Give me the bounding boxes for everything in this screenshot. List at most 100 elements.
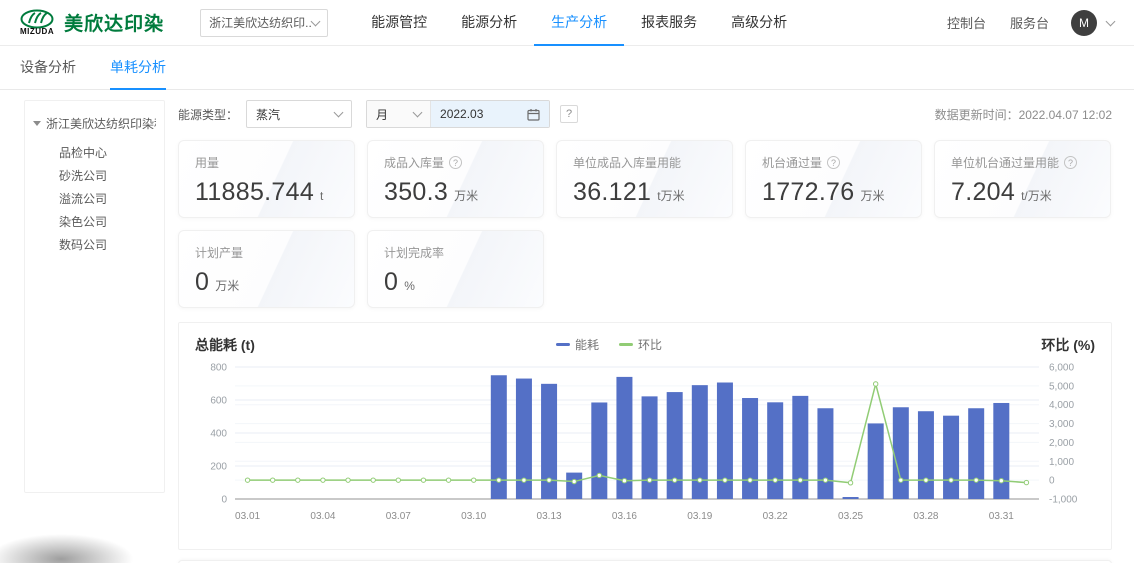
chevron-down-icon <box>334 108 344 118</box>
tree-item-shaxi[interactable]: 砂洗公司 <box>59 165 156 188</box>
kpi-card-machine-throughput: 机台通过量? 1772.76 万米 <box>745 140 922 218</box>
kpi-unit: 万米 <box>860 187 884 204</box>
chart-title: 总能耗 (t) <box>195 335 255 355</box>
kpi-label: 计划产量 <box>195 244 243 261</box>
legend-dash-icon <box>619 343 633 346</box>
period-date-field[interactable]: 2022.03 <box>431 101 549 127</box>
mizuda-logo-icon <box>20 9 54 29</box>
svg-text:6,000: 6,000 <box>1049 363 1074 374</box>
kpi-value: 1772.76 <box>762 178 854 207</box>
tree-item-ranse[interactable]: 染色公司 <box>59 211 156 234</box>
help-circle-icon[interactable]: ? <box>827 156 840 169</box>
svg-text:03.07: 03.07 <box>386 511 411 522</box>
tab-device-analysis[interactable]: 设备分析 <box>20 46 76 90</box>
org-selector[interactable]: 浙江美欣达纺织印... <box>200 9 328 37</box>
kpi-value: 0 <box>195 268 209 297</box>
svg-text:03.31: 03.31 <box>989 511 1014 522</box>
tree-root-node[interactable]: 浙江美欣达纺织印染科技印... <box>33 115 156 132</box>
kpi-unit: t/万米 <box>1021 187 1052 204</box>
kpi-unit: 万米 <box>454 187 478 204</box>
service-desk-link[interactable]: 服务台 <box>1010 13 1049 32</box>
legend-item-ratio[interactable]: 环比 <box>619 336 662 353</box>
tree-item-shuma[interactable]: 数码公司 <box>59 234 156 257</box>
tree-item-yiliu[interactable]: 溢流公司 <box>59 188 156 211</box>
energy-chart-svg[interactable]: 0200400600800-1,00001,0002,0003,0004,000… <box>195 361 1097 539</box>
help-button[interactable]: ? <box>560 105 578 123</box>
svg-text:200: 200 <box>210 462 227 473</box>
energy-type-select[interactable]: 蒸汽 <box>246 100 352 128</box>
svg-text:0: 0 <box>221 495 227 506</box>
nav-item-report-service[interactable]: 报表服务 <box>624 0 714 46</box>
kpi-unit: 万米 <box>215 277 239 294</box>
nav-item-energy-control[interactable]: 能源管控 <box>354 0 444 46</box>
svg-text:03.13: 03.13 <box>537 511 562 522</box>
legend-label: 能耗 <box>575 336 599 353</box>
kpi-value: 7.204 <box>951 178 1015 207</box>
total-energy-chart-card: 总能耗 (t) 能耗 环比 环比 (%) 0 200 400 600 800 -1,000… <box>178 322 1112 550</box>
svg-text:400: 400 <box>210 429 227 440</box>
svg-text:2,000: 2,000 <box>1049 438 1074 449</box>
chart-legend: 能耗 环比 <box>556 336 662 353</box>
kpi-unit: t <box>320 189 323 203</box>
tree-children: 品检中心 砂洗公司 溢流公司 染色公司 数码公司 <box>33 142 156 257</box>
kpi-label: 用量 <box>195 154 219 171</box>
svg-text:03.01: 03.01 <box>235 511 260 522</box>
calendar-icon <box>527 108 540 121</box>
kpi-card-unit-throughput-energy: 单位机台通过量用能? 7.204 t/万米 <box>934 140 1111 218</box>
logo-text: MIZUDA <box>20 27 54 36</box>
avatar[interactable]: M <box>1071 10 1097 36</box>
company-logo: MIZUDA <box>20 9 54 36</box>
svg-text:800: 800 <box>210 363 227 374</box>
nav-item-energy-analysis[interactable]: 能源分析 <box>444 0 534 46</box>
kpi-value: 11885.744 <box>195 178 314 207</box>
main-nav: 能源管控 能源分析 生产分析 报表服务 高级分析 <box>354 0 804 46</box>
kpi-card-planned-output: 计划产量 0 万米 <box>178 230 355 308</box>
kpi-label: 成品入库量 <box>384 154 444 171</box>
kpi-label: 单位机台通过量用能 <box>951 154 1059 171</box>
console-link[interactable]: 控制台 <box>947 13 986 32</box>
tab-unit-consumption-analysis[interactable]: 单耗分析 <box>110 46 166 90</box>
org-selector-value: 浙江美欣达纺织印... <box>209 14 312 31</box>
svg-text:03.25: 03.25 <box>838 511 863 522</box>
help-circle-icon[interactable]: ? <box>449 156 462 169</box>
kpi-value: 350.3 <box>384 178 448 207</box>
svg-text:03.28: 03.28 <box>913 511 938 522</box>
main-panel: 能源类型： 蒸汽 月 2022.03 <box>178 100 1112 563</box>
svg-text:5,000: 5,000 <box>1049 381 1074 392</box>
brand-name: 美欣达印染 <box>64 9 164 36</box>
kpi-unit: t万米 <box>657 187 684 204</box>
chart-header: 总能耗 (t) 能耗 环比 环比 (%) <box>195 335 1095 361</box>
kpi-card-usage: 用量 11885.744 t <box>178 140 355 218</box>
period-granularity-select[interactable]: 月 <box>367 101 431 127</box>
svg-text:1,000: 1,000 <box>1049 457 1074 468</box>
help-circle-icon[interactable]: ? <box>1064 156 1077 169</box>
svg-text:03.16: 03.16 <box>612 511 637 522</box>
top-header: MIZUDA 美欣达印染 浙江美欣达纺织印... 能源管控 能源分析 生产分析 … <box>0 0 1134 46</box>
legend-label: 环比 <box>638 336 662 353</box>
filter-row: 能源类型： 蒸汽 月 2022.03 <box>178 100 1112 128</box>
svg-text:600: 600 <box>210 396 227 407</box>
legend-item-energy[interactable]: 能耗 <box>556 336 599 353</box>
period-picker: 月 2022.03 <box>366 100 550 128</box>
kpi-row-2: 计划产量 0 万米 计划完成率 0 % <box>178 230 1112 308</box>
analysis-tabbar: 设备分析 单耗分析 <box>0 46 1134 90</box>
svg-text:3,000: 3,000 <box>1049 419 1074 430</box>
tree-item-pinjian[interactable]: 品检中心 <box>59 142 156 165</box>
kpi-label: 机台通过量 <box>762 154 822 171</box>
avatar-chevron-down-icon[interactable] <box>1106 16 1116 26</box>
svg-text:03.19: 03.19 <box>687 511 712 522</box>
kpi-card-plan-completion: 计划完成率 0 % <box>367 230 544 308</box>
kpi-label: 单位成品入库量用能 <box>573 154 681 171</box>
update-time-value: 2022.04.07 12:02 <box>1019 108 1112 122</box>
nav-item-advanced-analysis[interactable]: 高级分析 <box>714 0 804 46</box>
period-granularity-value: 月 <box>376 106 414 123</box>
chart-right-axis-title: 环比 (%) <box>1041 335 1095 355</box>
caret-down-icon <box>33 121 41 126</box>
svg-text:03.22: 03.22 <box>763 511 788 522</box>
chevron-down-icon <box>311 16 321 26</box>
kpi-value: 36.121 <box>573 178 651 207</box>
svg-text:-1,000: -1,000 <box>1049 495 1078 506</box>
svg-text:03.04: 03.04 <box>310 511 335 522</box>
nav-item-production-analysis[interactable]: 生产分析 <box>534 0 624 46</box>
period-date-value: 2022.03 <box>440 107 527 121</box>
